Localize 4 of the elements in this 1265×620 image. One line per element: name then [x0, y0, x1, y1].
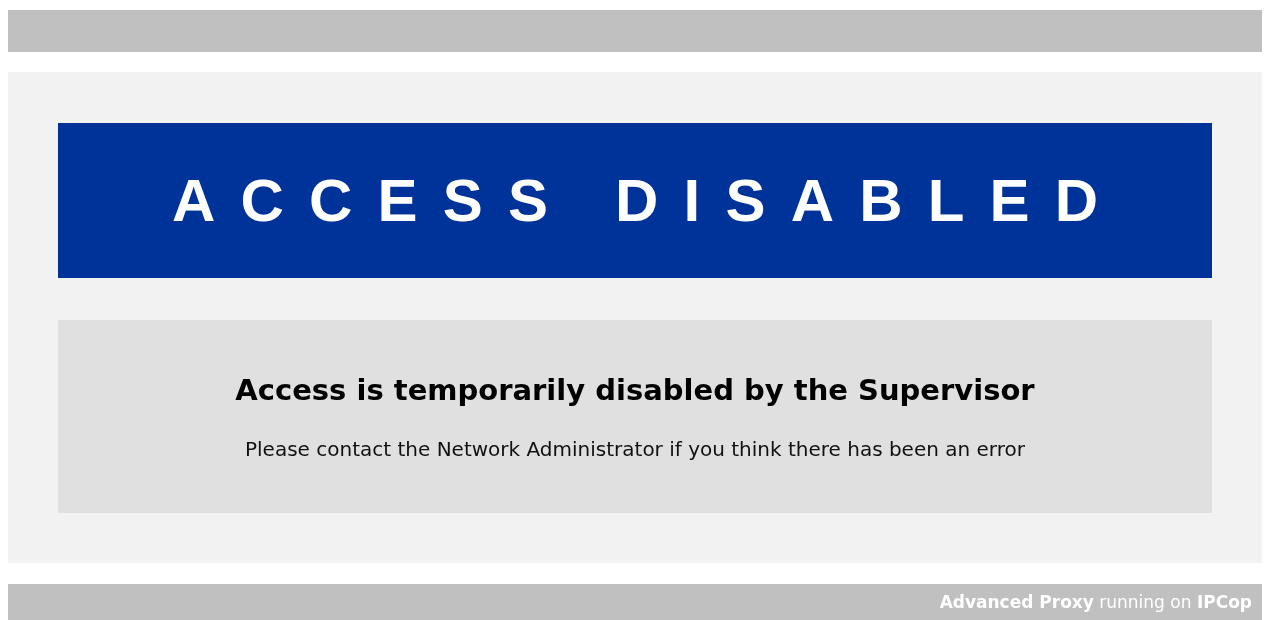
footer-text: Advanced Proxy running on IPCop [939, 592, 1252, 612]
banner-title: ACCESS DISABLED [171, 166, 1124, 235]
message-text: Please contact the Network Administrator if you think there has been an error [245, 436, 1025, 461]
message-heading: Access is temporarily disabled by the Supervisor [235, 372, 1035, 407]
